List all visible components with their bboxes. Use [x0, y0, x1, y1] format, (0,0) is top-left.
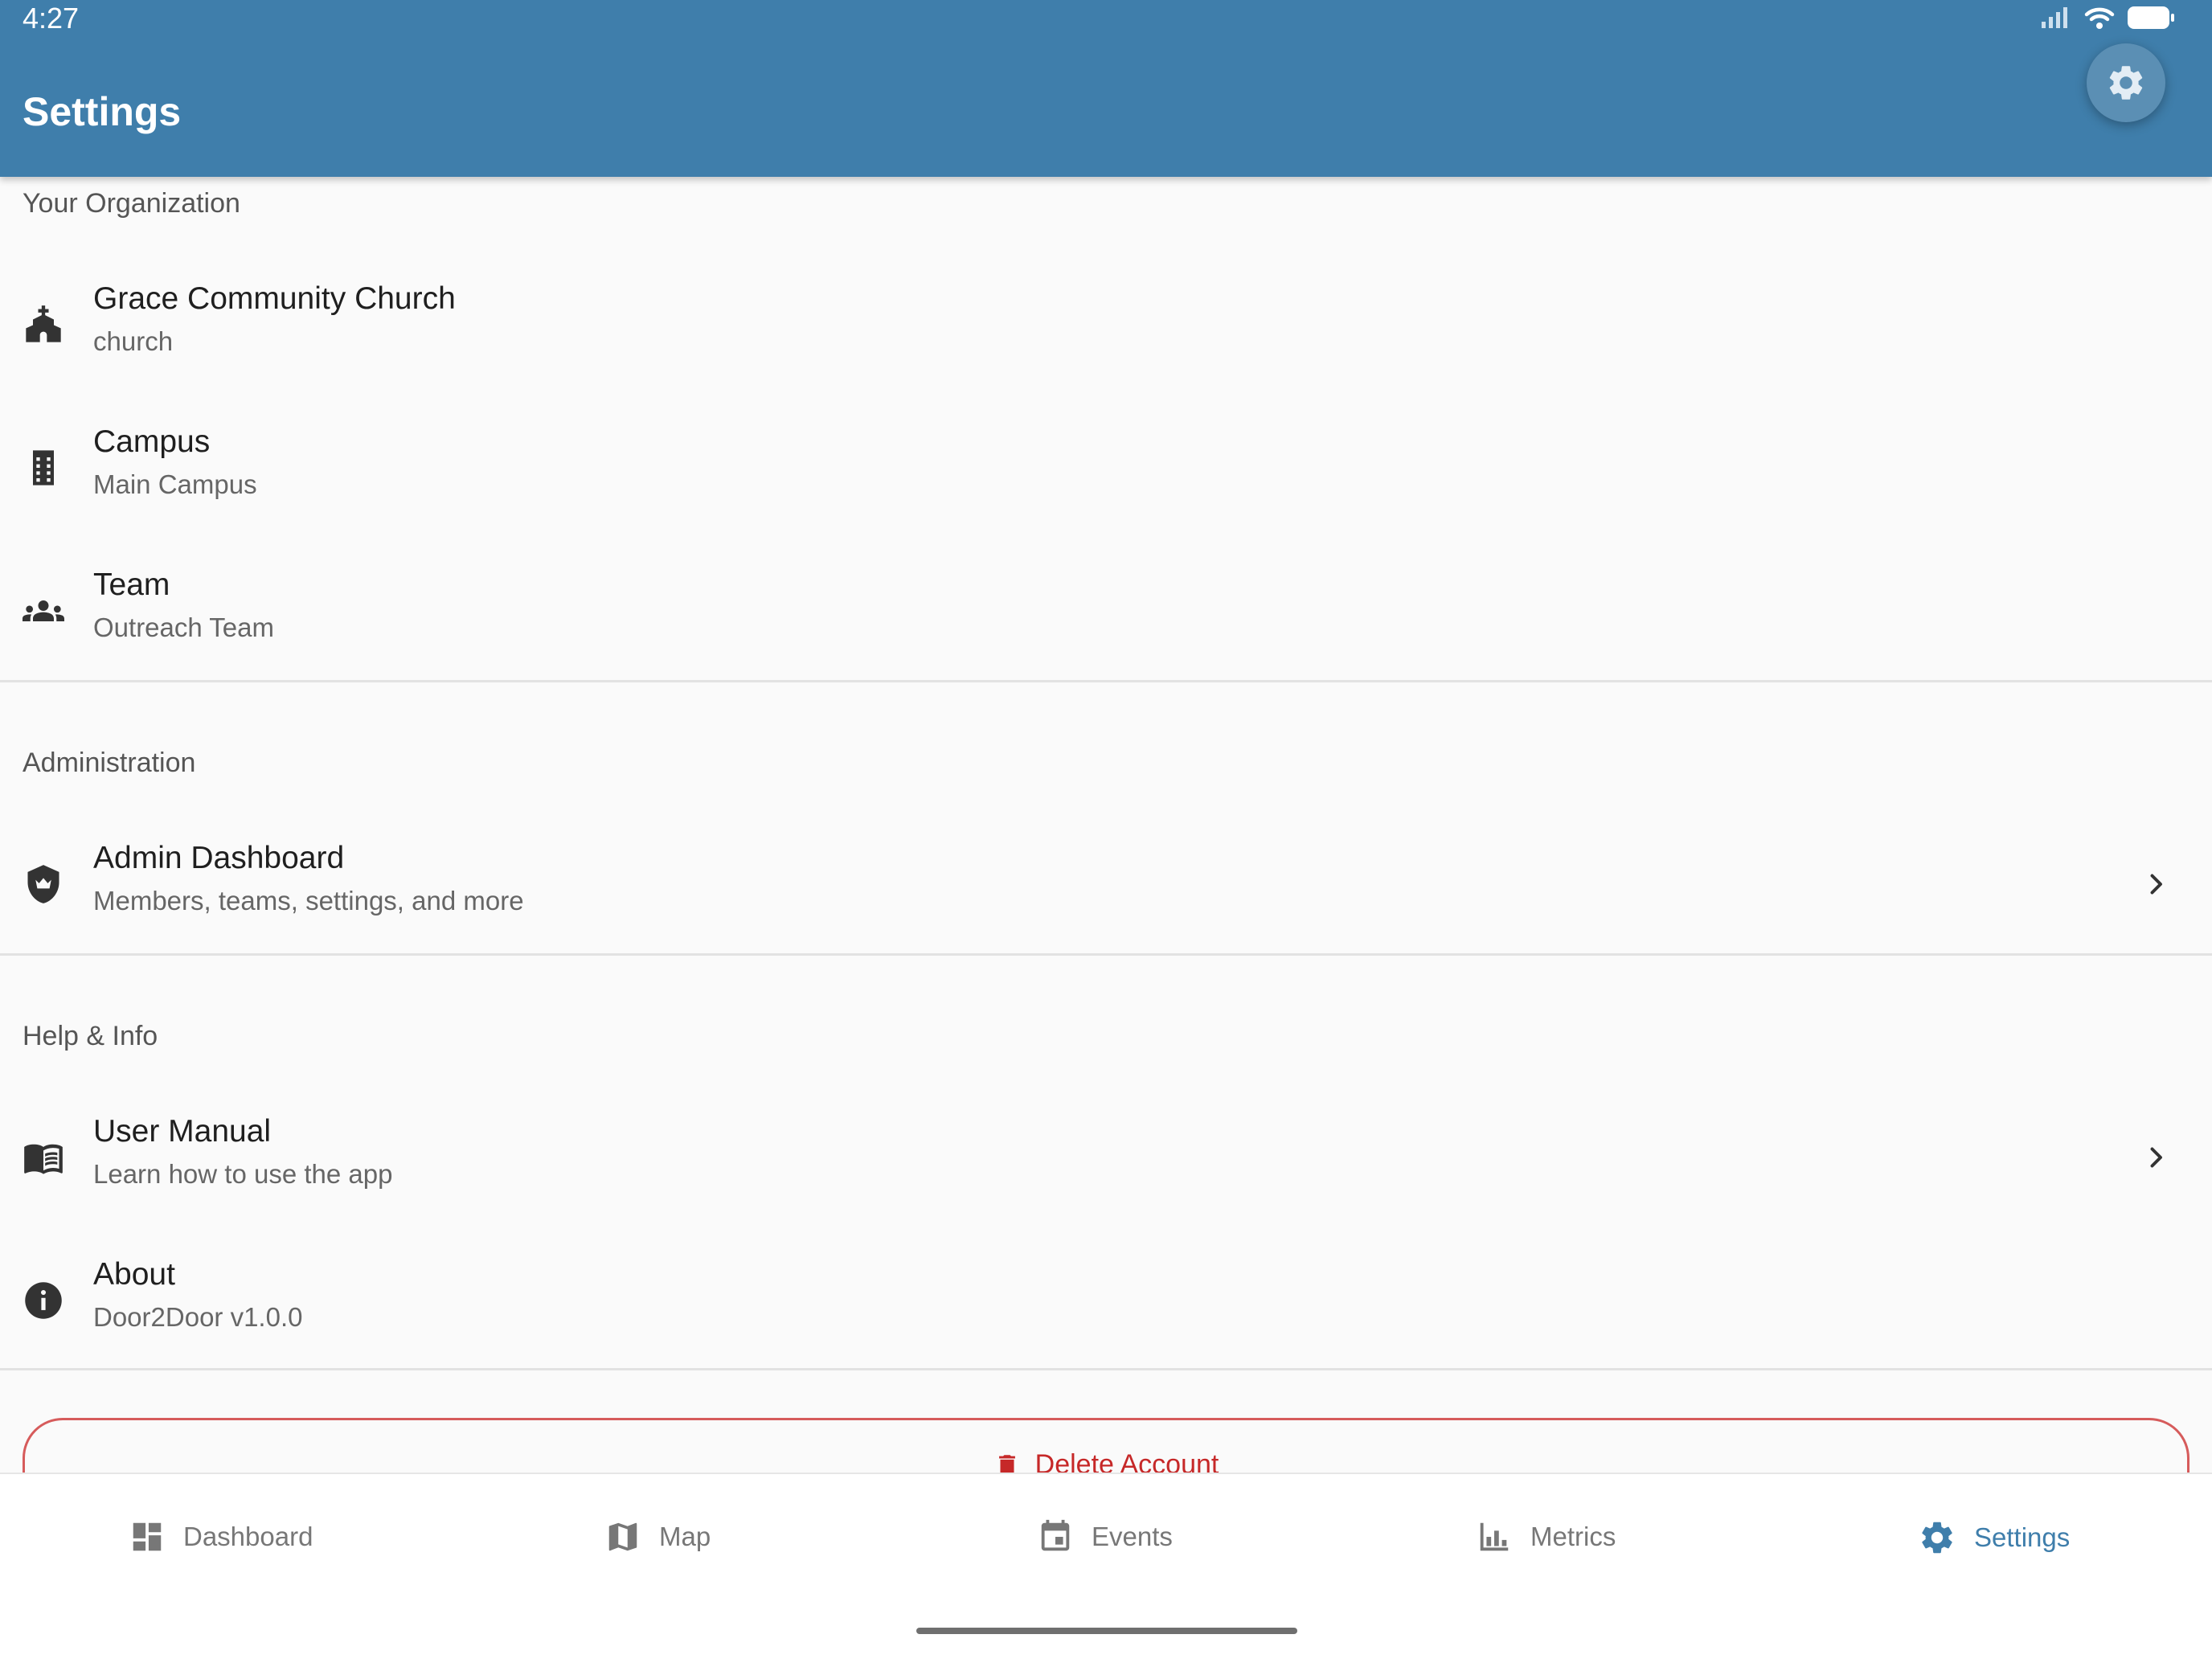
user-manual-item[interactable]: User Manual Learn how to use the app: [0, 1093, 2212, 1222]
cellular-signal-icon: [2042, 7, 2067, 28]
org-item-subtitle: Main Campus: [93, 469, 257, 499]
gear-icon: [1922, 1522, 1952, 1554]
org-item-title: Team: [93, 567, 170, 602]
settings-screen: 4:27 Settings Your Organization Grace Co…: [0, 0, 2212, 1659]
section-header-organization: Your Organization: [23, 188, 240, 219]
section-divider: [0, 953, 2212, 956]
dashboard-icon: [133, 1522, 162, 1551]
calendar-icon: [1041, 1519, 1070, 1551]
org-item-subtitle: Outreach Team: [93, 612, 275, 642]
org-item-title: Campus: [93, 424, 211, 459]
book-icon: [24, 1144, 63, 1174]
org-item-subtitle: church: [93, 326, 174, 356]
about-item[interactable]: About Door2Door v1.0.0: [0, 1236, 2212, 1365]
status-time: 4:27: [23, 2, 80, 35]
bottom-navigation: Dashboard Map Events Metrics Settings: [0, 1473, 2212, 1659]
section-header-help: Help & Info: [23, 1021, 158, 1051]
bar-chart-icon: [1480, 1522, 1509, 1551]
admin-shield-icon: [27, 865, 59, 903]
nav-dashboard[interactable]: Dashboard: [129, 1518, 313, 1555]
group-icon: [23, 600, 64, 621]
map-icon: [608, 1522, 637, 1551]
org-item-title: Grace Community Church: [93, 281, 456, 316]
nav-label: Metrics: [1530, 1522, 1616, 1551]
org-item-church[interactable]: Grace Community Church church: [0, 260, 2212, 389]
org-item-team[interactable]: Team Outreach Team: [0, 547, 2212, 675]
nav-label: Dashboard: [183, 1522, 313, 1551]
about-title: About: [93, 1257, 175, 1292]
gear-icon: [2109, 66, 2143, 100]
settings-fab-button[interactable]: [2087, 43, 2165, 122]
section-header-administration: Administration: [23, 748, 196, 778]
org-item-campus[interactable]: Campus Main Campus: [0, 403, 2212, 532]
nav-label: Events: [1092, 1522, 1173, 1551]
home-indicator[interactable]: [916, 1628, 1297, 1634]
section-divider: [0, 680, 2212, 682]
info-icon: [25, 1282, 62, 1319]
nav-metrics[interactable]: Metrics: [1476, 1518, 1616, 1555]
about-subtitle: Door2Door v1.0.0: [93, 1302, 303, 1332]
chevron-right-icon: [2150, 1147, 2162, 1168]
chevron-right-icon: [2150, 874, 2162, 895]
nav-settings[interactable]: Settings: [1918, 1518, 2070, 1557]
status-icons: [2040, 5, 2175, 31]
page-title: Settings: [23, 89, 182, 134]
nav-label: Map: [659, 1522, 711, 1551]
admin-dashboard-item[interactable]: Admin Dashboard Members, teams, settings…: [0, 820, 2212, 948]
user-manual-title: User Manual: [93, 1114, 272, 1149]
battery-icon: [2128, 6, 2174, 29]
app-bar: 4:27 Settings: [0, 0, 2212, 177]
nav-events[interactable]: Events: [1037, 1518, 1173, 1555]
church-icon: [26, 305, 61, 342]
building-icon: [33, 450, 54, 485]
wifi-icon: [2084, 7, 2115, 29]
nav-label: Settings: [1974, 1522, 2071, 1552]
admin-dashboard-title: Admin Dashboard: [93, 841, 345, 875]
nav-map[interactable]: Map: [604, 1518, 711, 1555]
section-divider: [0, 1368, 2212, 1370]
user-manual-subtitle: Learn how to use the app: [93, 1159, 393, 1189]
admin-dashboard-subtitle: Members, teams, settings, and more: [93, 886, 524, 916]
